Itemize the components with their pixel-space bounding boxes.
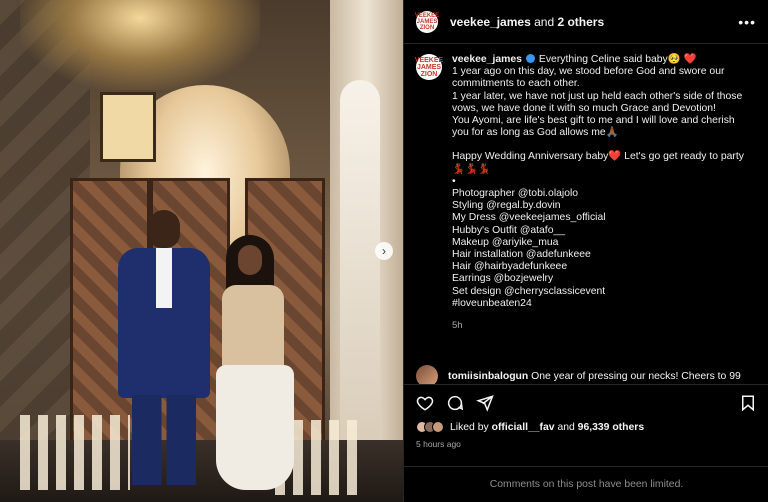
post-header: VEEKEE JAMES ZION veekee_james and 2 oth… <box>404 0 768 44</box>
likes-user[interactable]: officiall__fav <box>492 422 555 433</box>
caption-avatar-logo-text: VEEKEE JAMES ZION <box>414 56 444 78</box>
credit-hair: Hair @hairbyadefunkeee <box>452 261 568 273</box>
likes-joiner: and <box>557 421 575 433</box>
carousel-next-button[interactable]: › <box>375 242 393 260</box>
caption-text: veekee_james Everything Celine said baby🥺… <box>452 54 761 332</box>
caption-line: Happy Wedding Anniversary baby❤️ Let's g… <box>452 151 744 163</box>
candles-left <box>20 415 130 490</box>
caption-line: you for as long as God allows me🙏🏾 <box>452 127 619 139</box>
post-details-panel: VEEKEE JAMES ZION veekee_james and 2 oth… <box>403 0 768 502</box>
action-bar <box>404 384 768 420</box>
lantern <box>100 92 156 162</box>
author-avatar[interactable]: VEEKEE JAMES ZION <box>414 10 440 33</box>
caption-line: 1 year later, we have not just up held e… <box>452 90 743 102</box>
credit-styling: Styling @regal.by.dovin <box>452 200 561 212</box>
post-header-title: veekee_james and 2 others <box>450 15 604 29</box>
caption-line: vows, we have done it with so much Grace… <box>452 102 716 114</box>
credit-photographer: Photographer @tobi.olajolo <box>452 188 579 200</box>
posted-time: 5 hours ago <box>416 439 461 449</box>
caption: VEEKEE JAMES ZION veekee_james Everything… <box>414 54 761 332</box>
verified-badge-icon <box>525 54 535 63</box>
caption-avatar[interactable]: VEEKEE JAMES ZION <box>414 54 444 80</box>
credit-hubby-outfit: Hubby's Outfit @atafo__ <box>452 224 566 236</box>
credit-makeup: Makeup @ariyike_mua <box>452 236 559 248</box>
caption-line: • <box>452 175 456 187</box>
credit-set-design: Set design @cherrysclassicevent <box>452 285 606 297</box>
heart-icon[interactable] <box>416 394 434 412</box>
header-joiner: and <box>534 14 555 29</box>
caption-line: 1 year ago on this day, we stood before … <box>452 66 725 78</box>
caption-line-0: veekee_james Everything Celine said baby🥺… <box>452 54 697 65</box>
caption-timestamp: 5h <box>452 320 463 332</box>
comments-limited-notice: Comments on this post have been limited. <box>404 466 768 502</box>
hashtag[interactable]: #loveunbeaten24 <box>452 298 761 310</box>
caption-line: 💃🏾💃🏾💃🏾 <box>452 163 491 175</box>
caption-line: You Ayomi, are life's best gift to me an… <box>452 115 735 127</box>
caption-line: commitments to each other. <box>452 78 580 90</box>
chandelier <box>20 0 260 90</box>
bride-figure <box>208 235 298 490</box>
comment-icon[interactable] <box>446 394 464 412</box>
header-username[interactable]: veekee_james <box>450 15 531 29</box>
credit-earrings: Earrings @bozjewelry <box>452 273 554 285</box>
commenter-username[interactable]: tomiisinbalogun <box>448 371 528 382</box>
caption-username[interactable]: veekee_james <box>452 54 522 65</box>
bookmark-icon[interactable] <box>739 394 757 412</box>
comment-body: One year of pressing our necks! Cheers t… <box>531 370 741 382</box>
likes-count[interactable]: 96,339 others <box>578 422 644 433</box>
share-icon[interactable] <box>476 394 494 412</box>
liker-avatars[interactable] <box>416 421 444 433</box>
arched-window <box>340 80 380 460</box>
likes-summary: Liked by officiall__fav and 96,339 other… <box>416 421 644 433</box>
credit-hair-installation: Hair installation @adefunkeee <box>452 249 591 261</box>
credit-dress: My Dress @veekeejames_official <box>452 212 606 224</box>
header-others[interactable]: 2 others <box>557 15 604 29</box>
more-horizontal-icon[interactable]: ••• <box>738 14 756 30</box>
groom-figure <box>118 210 210 485</box>
comment-text: tomiisinbalogun One year of pressing our… <box>448 371 741 382</box>
post-image[interactable]: › <box>0 0 403 502</box>
avatar-logo-text: VEEKEE JAMES ZION <box>414 12 440 31</box>
likes-prefix: Liked by <box>450 421 489 433</box>
